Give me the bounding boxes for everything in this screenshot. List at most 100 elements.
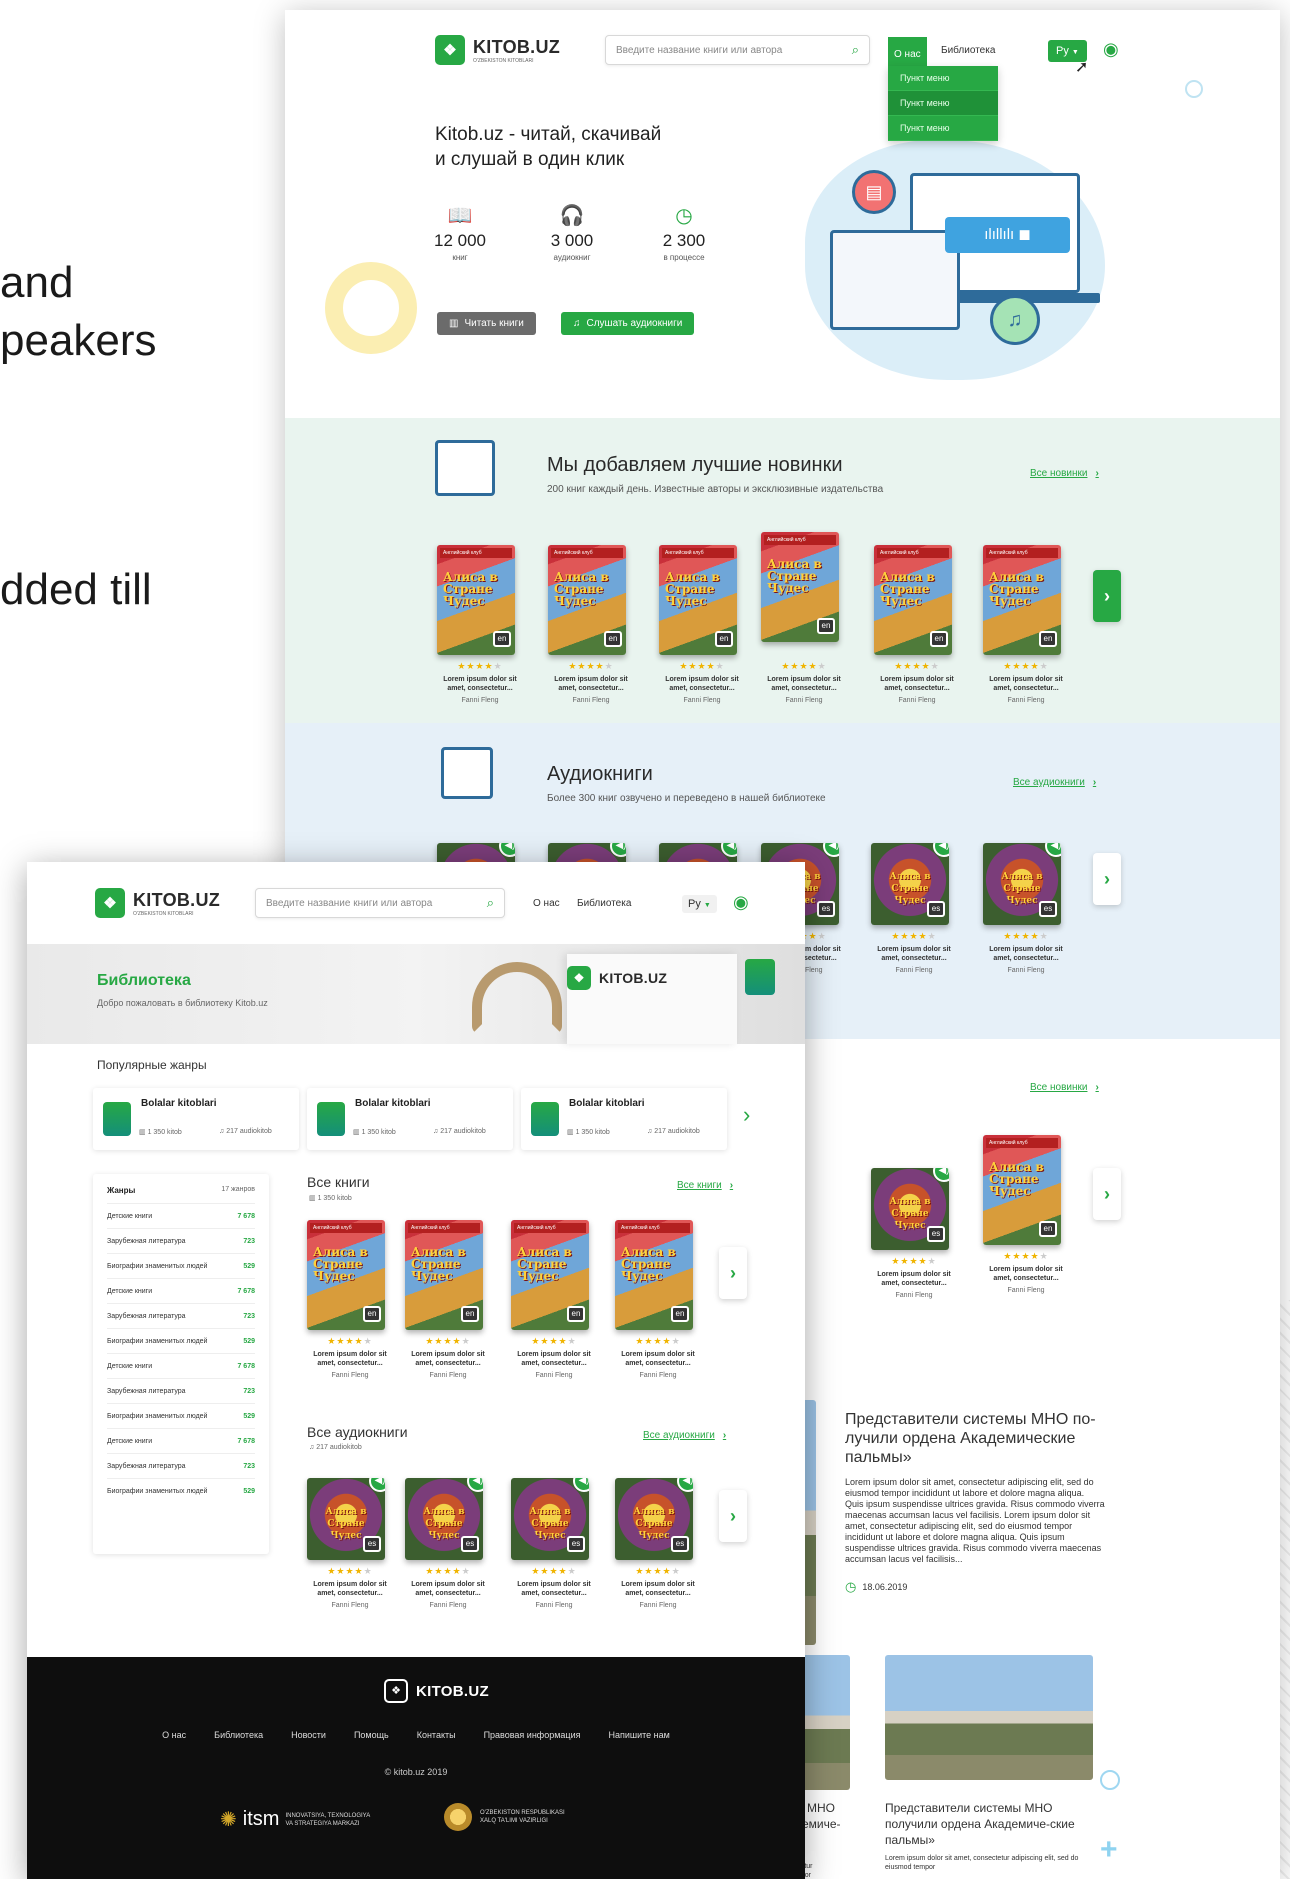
genre-count: 7 678 [237,1362,255,1370]
footer-link[interactable]: Новости [291,1730,326,1740]
genre-name: Детские книги [107,1362,153,1370]
nav-library[interactable]: Библиотека [941,45,995,56]
audiobook-card[interactable]: ◀)Алиса в Стране Чудесes★★★★★Lorem ipsum… [615,1478,701,1609]
book-card[interactable]: Английский клуб Алиса в Стране Чудес en ★★★… [511,1220,597,1379]
nav-library[interactable]: Библиотека [577,898,631,909]
all-new-books-link-2[interactable]: Все новинки › [1030,1082,1099,1093]
eye-icon[interactable]: ◉ [733,892,749,913]
footer-link[interactable]: Контакты [417,1730,456,1740]
audiobook-card[interactable]: ◀)Алиса в Стране Чудесes★★★★★Lorem ipsum… [307,1478,393,1609]
audio-wave-illustration: ılıllılı ◼ [945,217,1070,253]
dropdown-item[interactable]: Пункт меню [888,91,998,116]
next-arrow-button[interactable]: › [719,1247,747,1299]
audiobook-card[interactable]: ◀) Алиса в Стране Чудес es ★★★★★ Lorem ips… [983,843,1069,974]
sidebar-genre-item[interactable]: Зарубежная литература 723 [107,1453,255,1478]
book-icon: 📖 [447,205,473,227]
next-arrow-button[interactable]: › [1093,853,1121,905]
sidebar-genre-item[interactable]: Детские книги 7 678 [107,1203,255,1228]
listen-audiobooks-button[interactable]: ♫ Слушать аудиокниги [561,312,695,335]
book-card[interactable]: Английский клуб Алиса в Стране Чудес en ★★… [983,1135,1069,1294]
book-card-hovered[interactable]: Английский клуб Алиса в Стране Чудес en ★★… [761,532,847,704]
speaker-icon: ◀) [721,843,737,857]
audiobook-card[interactable]: ◀)Алиса в Стране Чудесes★★★★★Lorem ipsum… [405,1478,491,1609]
footer-link[interactable]: Библиотека [214,1730,263,1740]
ministry-logo[interactable]: O'ZBEKISTON RESPUBLIKASI XALQ TA'LIMI VAZ… [444,1803,565,1831]
footer-logo[interactable]: ❖ KITOB.UZ [384,1679,489,1703]
language-select[interactable]: Ру ▼ [682,895,717,913]
book-card[interactable]: Английский клуб Алиса в Стране Чудес en ★★… [437,545,523,704]
book-icon: ▥ [449,318,459,329]
audiobook-card[interactable]: ◀) Алиса в Стране Чудес es ★★★★★ Lorem ips… [871,1168,957,1299]
next-arrow-button[interactable]: › [719,1490,747,1542]
dropdown-item[interactable]: Пункт меню [888,116,998,141]
search-input[interactable]: Введите название книги или автора ⌕ [255,888,505,918]
logo-icon: ❖ [567,966,591,990]
sidebar-genre-item[interactable]: Биографии знаменитых людей 529 [107,1403,255,1428]
sidebar-genre-item[interactable]: Зарубежная литература 723 [107,1303,255,1328]
sidebar-genre-item[interactable]: Зарубежная литература 723 [107,1228,255,1253]
book-card[interactable]: Английский клуб Алиса в Стране Чудес en ★★… [874,545,960,704]
genre-icon [317,1102,345,1136]
news-article-small[interactable]: Представители системы МНО получили орден… [885,1800,1095,1872]
all-audiobooks-link[interactable]: Все аудиокниги › [1013,777,1096,788]
sidebar-genre-item[interactable]: Биографии знаменитых людей 529 [107,1253,255,1278]
sidebar-genre-item[interactable]: Биографии знаменитых людей 529 [107,1478,255,1503]
chevron-right-icon[interactable]: › [743,1102,750,1128]
rating-stars: ★★★★★ [531,1566,577,1576]
genre-name: Биографии знаменитых людей [107,1337,208,1345]
book-card[interactable]: Английский клуб Алиса в Стране Чудес en ★★★… [405,1220,491,1379]
footer-nav: О нас Библиотека Новости Помощь Контакты… [27,1730,805,1740]
audiobook-card[interactable]: ◀)Алиса в Стране Чудесes★★★★★Lorem ipsum… [511,1478,597,1609]
footer-link[interactable]: Помощь [354,1730,389,1740]
logo-text: KITOB.UZ [473,36,561,57]
book-card[interactable]: Английский клуб Алиса в Стране Чудес en ★★… [659,545,745,704]
rating-stars: ★★★★★ [635,1336,681,1346]
footer-link[interactable]: Напишите нам [608,1730,669,1740]
book-card[interactable]: Английский клуб Алиса в Стране Чудес en ★★★… [615,1220,701,1379]
audiobook-card[interactable]: ◀) Алиса в Стране Чудес es ★★★★★ Lorem ips… [871,843,957,974]
all-new-books-link[interactable]: Все новинки › [1030,468,1099,479]
next-arrow-button[interactable]: › [1093,570,1121,622]
footer-link[interactable]: О нас [162,1730,186,1740]
speaker-icon: ◀) [369,1478,385,1492]
rating-stars: ★★★★★ [894,661,940,671]
sidebar-genre-item[interactable]: Детские книги 7 678 [107,1428,255,1453]
genre-name: Биографии знаменитых людей [107,1262,208,1270]
sidebar-genre-item[interactable]: Зарубежная литература 723 [107,1378,255,1403]
search-icon[interactable]: ⌕ [852,42,859,58]
genre-card[interactable]: Bolalar kitoblari ▥ 1 350 kitob ♫ 217 au… [521,1088,727,1150]
sidebar-genre-item[interactable]: Детские книги 7 678 [107,1353,255,1378]
search-icon[interactable]: ⌕ [487,895,494,911]
itsm-logo[interactable]: ✺ itsm INNOVATSIYA, TEXNOLOGIYA VA STRATE… [220,1807,370,1832]
search-input[interactable]: Введите название книги или автора ⌕ [605,35,870,65]
genre-card[interactable]: Bolalar kitoblari ▥ 1 350 kitob ♫ 217 au… [93,1088,299,1150]
audiobooks-subtitle: Более 300 книг озвучено и переведено в н… [547,793,826,804]
audiobooks-title: Аудиокниги [547,763,653,785]
book-card[interactable]: Английский клуб Алиса в Стране Чудес en ★★… [548,545,634,704]
all-audiobooks-link[interactable]: Все аудиокниги › [643,1430,726,1441]
eye-icon[interactable]: ◉ [1103,39,1119,60]
nav-about[interactable]: О нас [533,898,560,909]
next-arrow-button[interactable]: › [1093,1168,1121,1220]
logo[interactable]: ❖ KITOB.UZ O'ZBEKISTON KITOBLARI [435,35,560,65]
speaker-icon: ◀) [933,1168,949,1182]
all-books-link[interactable]: Все книги › [677,1180,733,1191]
genre-count: 7 678 [237,1437,255,1445]
rating-stars: ★★★★★ [425,1336,471,1346]
book-card[interactable]: Английский клуб Алиса в Стране Чудес en ★★… [983,545,1069,704]
footer-link[interactable]: Правовая информация [484,1730,581,1740]
news-article-main[interactable]: Представители системы МНО по-лучили орде… [845,1410,1105,1595]
sidebar-genre-item[interactable]: Детские книги 7 678 [107,1278,255,1303]
dropdown-item[interactable]: Пункт меню [888,66,998,91]
headphones-icon: ♫ [219,1128,225,1135]
sidebar-genre-item[interactable]: Биографии знаменитых людей 529 [107,1328,255,1353]
popular-genres-title: Популярные жанры [97,1058,207,1072]
book-card[interactable]: Английский клуб Алиса в Стране Чудес en ★★★… [307,1220,393,1379]
rating-stars: ★★★★★ [1003,661,1049,671]
speaker-icon: ◀) [677,1478,693,1492]
read-books-button[interactable]: ▥ Читать книги [437,312,536,335]
genre-card[interactable]: Bolalar kitoblari ▥ 1 350 kitob ♫ 217 au… [307,1088,513,1150]
logo[interactable]: ❖ KITOB.UZ O'ZBEKISTON KITOBLARI [95,888,220,918]
all-books-title: Все книги [307,1174,370,1190]
headphones-photo-illustration [472,962,562,1034]
